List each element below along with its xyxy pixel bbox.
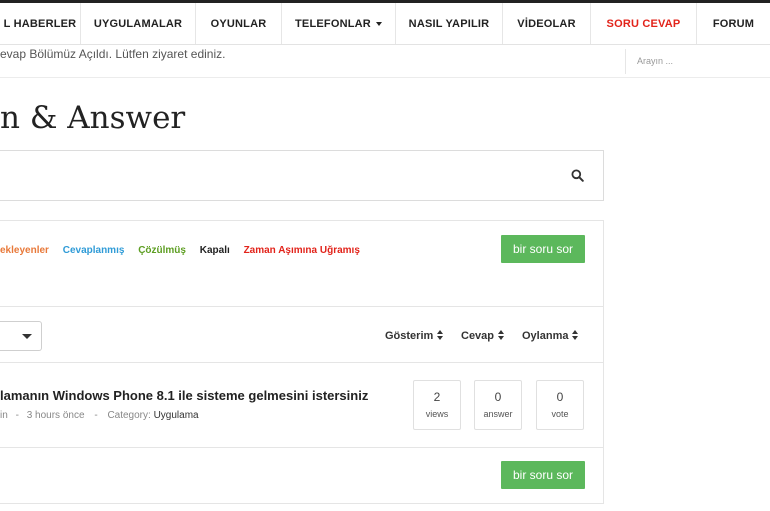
question-search-input[interactable] <box>0 150 604 201</box>
question-row: lamanın Windows Phone 8.1 ile sisteme ge… <box>0 362 604 448</box>
filter-link-cevaplanmis[interactable]: Cevaplanmış <box>63 245 125 256</box>
search-input[interactable]: Arayın ... <box>625 49 770 74</box>
sort-answers-label: Cevap <box>461 330 495 342</box>
ask-question-button[interactable]: bir soru sor <box>501 235 585 263</box>
votes-count-box: 0 vote <box>536 380 584 430</box>
chevron-down-icon <box>22 334 32 339</box>
nav-item-label: L HABERLER <box>3 17 77 30</box>
nav-item-label: TELEFONLAR <box>295 17 371 30</box>
views-count: 2 <box>433 390 441 404</box>
nav-item-soru-cevap[interactable]: SORU CEVAP <box>591 3 697 44</box>
filter-link-ekleyenler[interactable]: ekleyenler <box>0 245 49 256</box>
nav-item-forum[interactable]: FORUM <box>697 3 770 44</box>
nav-item-oyunlar[interactable]: OYUNLAR <box>196 3 282 44</box>
sort-icon <box>572 330 579 340</box>
nav-item-haberler[interactable]: L HABERLER <box>0 3 81 44</box>
announcement-bar: evap Bölümüz Açıldı. Lütfen ziyaret edin… <box>0 45 770 78</box>
status-filters: ekleyenler Cevaplanmış Çözülmüş Kapalı Z… <box>0 245 371 256</box>
question-author[interactable]: in <box>0 410 8 421</box>
sort-icon <box>437 330 444 340</box>
nav-item-nasil-yapilir[interactable]: NASIL YAPILIR <box>396 3 503 44</box>
nav-item-videolar[interactable]: VİDEOLAR <box>503 3 591 44</box>
filter-link-cozulmus[interactable]: Çözülmüş <box>138 245 186 256</box>
main-nav: L HABERLER UYGULAMALAR OYUNLAR TELEFONLA… <box>0 0 770 45</box>
question-time: 3 hours önce <box>26 410 85 421</box>
chevron-down-icon <box>375 21 382 26</box>
meta-separator: - <box>15 410 19 421</box>
views-count-box: 2 views <box>413 380 461 430</box>
nav-item-label: VİDEOLAR <box>517 17 576 30</box>
sort-views-label: Gösterim <box>385 330 434 342</box>
question-title[interactable]: lamanın Windows Phone 8.1 ile sisteme ge… <box>0 388 368 403</box>
nav-item-label: OYUNLAR <box>210 17 267 30</box>
votes-count: 0 <box>556 390 564 404</box>
ask-question-button-bottom[interactable]: bir soru sor <box>501 461 585 489</box>
search-icon[interactable] <box>571 169 584 182</box>
nav-item-uygulamalar[interactable]: UYGULAMALAR <box>81 3 196 44</box>
filter-select[interactable] <box>0 321 42 351</box>
sort-views[interactable]: Gösterim <box>385 330 444 342</box>
filter-panel: ekleyenler Cevaplanmış Çözülmüş Kapalı Z… <box>0 220 604 307</box>
meta-separator: - <box>94 410 98 421</box>
answers-count-box: 0 answer <box>474 380 522 430</box>
nav-item-telefonlar[interactable]: TELEFONLAR <box>282 3 396 44</box>
votes-label: vote <box>551 409 569 419</box>
footer-panel: bir soru sor <box>0 447 604 504</box>
views-label: views <box>425 409 449 419</box>
nav-item-label: FORUM <box>712 17 755 30</box>
sort-icon <box>498 330 505 340</box>
announcement-text: evap Bölümüz Açıldı. Lütfen ziyaret edin… <box>0 47 226 61</box>
question-category[interactable]: Uygulama <box>154 410 199 421</box>
answers-label: answer <box>483 409 513 419</box>
answers-count: 0 <box>494 390 502 404</box>
nav-item-label: NASIL YAPILIR <box>408 17 490 30</box>
filter-link-zaman-asimi[interactable]: Zaman Aşımına Uğramış <box>244 245 360 256</box>
sort-votes[interactable]: Oylanma <box>522 330 579 342</box>
sort-bar: Gösterim Cevap Oylanma <box>0 306 604 363</box>
sort-votes-label: Oylanma <box>522 330 569 342</box>
nav-item-label: SORU CEVAP <box>606 17 681 30</box>
sort-answers[interactable]: Cevap <box>461 330 505 342</box>
page-title: n & Answer <box>0 100 186 136</box>
nav-item-label: UYGULAMALAR <box>93 17 183 30</box>
filter-link-kapali[interactable]: Kapalı <box>200 245 230 256</box>
category-label: Category: <box>107 410 151 421</box>
question-meta: in - 3 hours önce - Category: Uygulama <box>0 410 199 421</box>
